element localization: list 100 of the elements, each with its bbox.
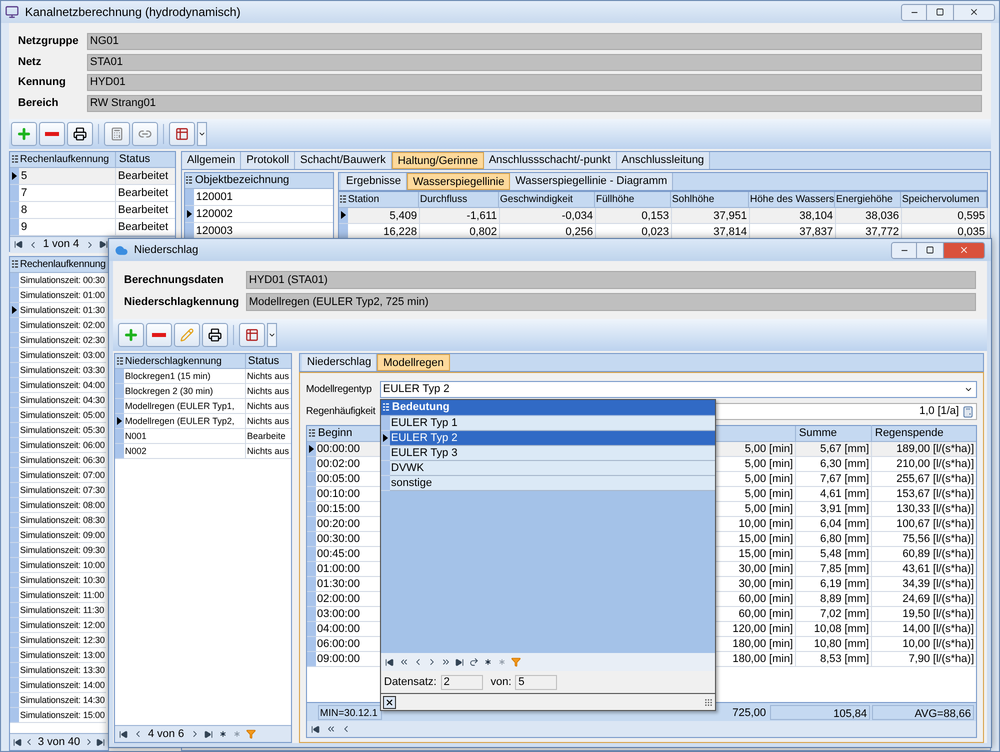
table-cell: 37,951 bbox=[672, 208, 750, 224]
list-item[interactable]: Simulationszeit: 07:30 bbox=[19, 482, 106, 498]
list-item[interactable]: Simulationszeit: 02:00 bbox=[19, 318, 106, 332]
tab[interactable]: Protokoll bbox=[241, 152, 296, 168]
list-item[interactable]: Simulationszeit: 15:00 bbox=[19, 708, 106, 722]
list-item[interactable]: Simulationszeit: 08:30 bbox=[19, 512, 106, 528]
tab[interactable]: Allgemein bbox=[182, 152, 242, 168]
list-item[interactable]: Simulationszeit: 11:00 bbox=[19, 588, 106, 602]
list-item[interactable]: Simulationszeit: 10:30 bbox=[19, 572, 106, 588]
table-cell: 00:30:00 bbox=[316, 532, 376, 547]
table-cell: Nichts aus bbox=[246, 384, 291, 399]
tab[interactable]: Wasserspiegellinie bbox=[407, 172, 510, 190]
field-label: Kennung bbox=[18, 75, 67, 90]
readonly-field: HYD01 bbox=[87, 74, 982, 91]
table-cell: 8,53 [mm] bbox=[796, 652, 872, 667]
table-cell: 153,67 [l/(s*ha)] bbox=[872, 487, 976, 502]
list-item[interactable]: Simulationszeit: 14:00 bbox=[19, 678, 106, 692]
table-cell: 00:15:00 bbox=[316, 502, 376, 517]
table-cell: 7 bbox=[19, 184, 116, 202]
summary-cell: 105,84 bbox=[770, 704, 870, 720]
field-label: Modellregentyp bbox=[306, 383, 373, 397]
column-header: Regenspende bbox=[874, 426, 945, 442]
list-item[interactable]: Simulationszeit: 11:30 bbox=[19, 602, 106, 618]
input-field[interactable]: 5 bbox=[515, 674, 558, 690]
field-label: Netz bbox=[18, 54, 42, 70]
field-label: Niederschlagkennung bbox=[124, 294, 240, 310]
list-item[interactable]: Simulationszeit: 13:30 bbox=[19, 662, 106, 678]
tab[interactable]: Anschlussschacht/-punkt bbox=[484, 152, 616, 168]
list-item[interactable]: Simulationszeit: 01:30 bbox=[19, 302, 106, 318]
summary-cell-text: 725,00 bbox=[731, 706, 767, 720]
list-item[interactable]: Simulationszeit: 10:00 bbox=[19, 558, 106, 572]
table-cell: 75,56 [l/(s*ha)] bbox=[872, 532, 976, 547]
tab[interactable]: Ergebnisse bbox=[341, 172, 408, 190]
column-header: Rechenlaufkennung bbox=[19, 152, 116, 166]
list-item[interactable]: 120002 bbox=[194, 206, 333, 222]
column-header: Niederschlagkennung bbox=[124, 354, 246, 368]
column-header: Geschwindigkeit bbox=[499, 192, 595, 206]
field-label: von: bbox=[490, 674, 512, 690]
list-item[interactable]: Simulationszeit: 02:30 bbox=[19, 332, 106, 348]
input-field[interactable]: 2 bbox=[440, 674, 483, 690]
tab[interactable]: Haltung/Gerinne bbox=[392, 152, 484, 168]
dropdown-item[interactable]: sonstige bbox=[390, 476, 715, 491]
column-header: Speichervolumen bbox=[901, 192, 987, 206]
table-cell: 6,04 [mm] bbox=[796, 517, 872, 532]
list-item[interactable]: Simulationszeit: 08:00 bbox=[19, 498, 106, 512]
table-cell: 7,67 [mm] bbox=[796, 472, 872, 487]
page-indicator: 3 von 40 bbox=[36, 734, 82, 750]
list-item[interactable]: Simulationszeit: 12:00 bbox=[19, 618, 106, 632]
tab[interactable]: Niederschlag bbox=[302, 354, 378, 371]
tab[interactable]: Anschlussleitung bbox=[616, 152, 710, 168]
tab[interactable]: Schacht/Bauwerk bbox=[295, 152, 392, 168]
dropdown-item[interactable]: EULER Typ 2 bbox=[390, 431, 715, 446]
dropdown-item[interactable]: DVWK bbox=[390, 461, 715, 476]
column-header: Rechenlaufkennung bbox=[19, 258, 107, 272]
table-cell: 210,00 [l/(s*ha)] bbox=[872, 457, 976, 472]
list-item[interactable]: Simulationszeit: 03:00 bbox=[19, 348, 106, 362]
table-cell: 0,153 bbox=[596, 208, 672, 224]
dropdown-item[interactable]: EULER Typ 3 bbox=[390, 446, 715, 461]
column-header: Füllhöhe bbox=[595, 192, 671, 206]
list-item[interactable]: Simulationszeit: 13:00 bbox=[19, 648, 106, 662]
table-cell: 6,30 [mm] bbox=[796, 457, 872, 472]
dropdown-item[interactable]: EULER Typ 1 bbox=[390, 416, 715, 431]
table-cell: 189,00 [l/(s*ha)] bbox=[872, 442, 976, 457]
table-cell: 10,80 [mm] bbox=[796, 637, 872, 652]
list-item[interactable]: Simulationszeit: 05:00 bbox=[19, 408, 106, 422]
column-header: Energiehöhe bbox=[835, 192, 901, 206]
table-cell: 6,19 [mm] bbox=[796, 577, 872, 592]
list-item[interactable]: Simulationszeit: 04:00 bbox=[19, 378, 106, 392]
list-item[interactable]: Simulationszeit: 03:30 bbox=[19, 362, 106, 378]
table-cell: 5 bbox=[19, 168, 116, 184]
table-cell: 00:20:00 bbox=[316, 517, 376, 532]
list-item[interactable]: 120001 bbox=[194, 188, 333, 206]
list-item[interactable]: Simulationszeit: 06:00 bbox=[19, 438, 106, 452]
table-cell: 7,02 [mm] bbox=[796, 607, 872, 622]
table-cell: 100,67 [l/(s*ha)] bbox=[872, 517, 976, 532]
table-cell: 7,85 [mm] bbox=[796, 562, 872, 577]
field-label: Netzgruppe bbox=[18, 34, 80, 50]
tab[interactable]: Modellregen bbox=[377, 354, 450, 371]
list-item[interactable]: Simulationszeit: 09:00 bbox=[19, 528, 106, 542]
list-item[interactable]: Simulationszeit: 01:00 bbox=[19, 288, 106, 302]
list-item[interactable]: Simulationszeit: 12:30 bbox=[19, 632, 106, 648]
table-cell: 4,61 [mm] bbox=[796, 487, 872, 502]
list-item[interactable]: Simulationszeit: 04:30 bbox=[19, 392, 106, 408]
column-header: Bedeutung bbox=[391, 400, 450, 416]
list-item[interactable]: Simulationszeit: 00:30 bbox=[19, 272, 106, 288]
table-cell: Blockregen 2 (30 min) bbox=[124, 384, 246, 399]
tab[interactable]: Wasserspiegellinie - Diagramm bbox=[510, 172, 674, 190]
combo-box[interactable]: EULER Typ 2 bbox=[380, 381, 977, 398]
table-cell: 5,409 bbox=[348, 208, 420, 224]
table-cell: Nichts aus bbox=[246, 369, 291, 384]
list-item[interactable]: Simulationszeit: 05:30 bbox=[19, 422, 106, 438]
list-item[interactable]: Simulationszeit: 07:00 bbox=[19, 468, 106, 482]
page-indicator: 4 von 6 bbox=[147, 726, 186, 742]
table-cell: 43,61 [l/(s*ha)] bbox=[872, 562, 976, 577]
table-cell: 5,67 [mm] bbox=[796, 442, 872, 457]
list-item[interactable]: Simulationszeit: 09:30 bbox=[19, 542, 106, 558]
column-header: Status bbox=[118, 152, 152, 167]
list-item[interactable]: Simulationszeit: 06:30 bbox=[19, 452, 106, 468]
list-item[interactable]: Simulationszeit: 14:30 bbox=[19, 692, 106, 708]
table-cell: 38,104 bbox=[750, 208, 836, 224]
